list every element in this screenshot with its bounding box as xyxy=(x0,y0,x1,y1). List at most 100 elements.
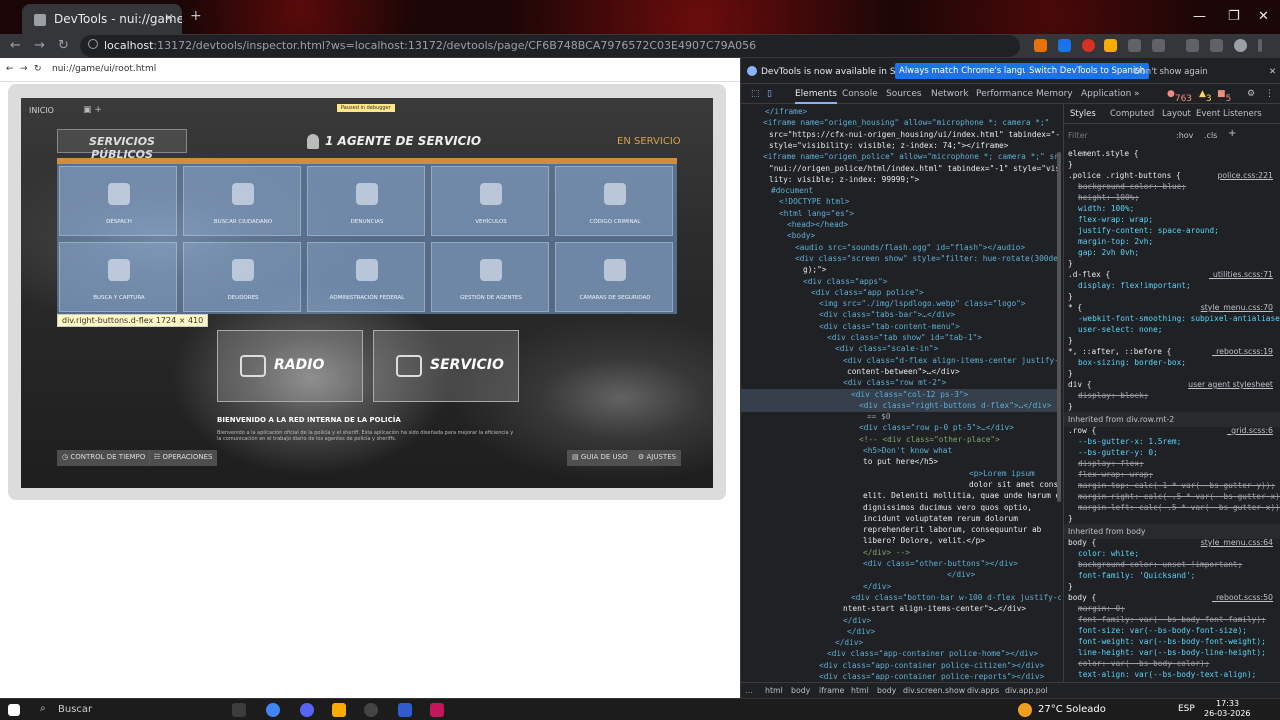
browser-tab[interactable]: DevTools - nui://game/ui/root.h ✕ xyxy=(22,4,182,34)
dom-node-line[interactable]: <img src="./img/lspdlogo.webp" class="lo… xyxy=(819,298,1026,309)
dom-node-line[interactable]: <div class="row p-0 pt-5">…</div> xyxy=(859,422,1014,433)
more-tabs-icon[interactable]: » xyxy=(1134,89,1140,99)
dom-node-line[interactable]: <!-- <div class="other-place"> xyxy=(859,434,1000,445)
tab-search-icon[interactable] xyxy=(1210,39,1223,52)
breadcrumb-item[interactable]: body xyxy=(791,686,810,695)
dom-node-line[interactable]: <div class="row mt-2"> xyxy=(843,377,946,388)
issues-count[interactable]: ■ 5 xyxy=(1217,89,1231,104)
tab-sources[interactable]: Sources xyxy=(886,89,922,99)
dom-node-line[interactable]: elit. Deleniti mollitia, quae unde harum… xyxy=(863,490,1061,501)
device-toggle-icon[interactable]: ▯ xyxy=(767,89,772,99)
tab-styles[interactable]: Styles xyxy=(1070,109,1096,120)
dom-node-line[interactable]: lity: visible; z-index: 99999;"> xyxy=(769,174,919,185)
elements-scrollbar[interactable] xyxy=(1057,152,1061,502)
dom-node-line[interactable]: reprehenderit laborum, consequuntur ab xyxy=(863,524,1041,535)
crumbs-more-icon[interactable]: … xyxy=(745,686,753,695)
app-tile-deudores[interactable]: DEUDORES xyxy=(183,242,301,312)
dom-node-line[interactable]: to put here</h5> xyxy=(863,456,938,467)
style-source-link[interactable]: _reboot.scss:19 xyxy=(1212,346,1273,357)
servicios-publicos-button[interactable]: SERVICIOS PÚBLICOS xyxy=(57,129,187,161)
new-tab-button[interactable]: + xyxy=(190,8,202,24)
error-count[interactable]: ● 763 xyxy=(1167,89,1192,104)
tab-memory[interactable]: Memory xyxy=(1036,89,1073,99)
servicio-button[interactable]: SERVICIO xyxy=(373,330,519,402)
breadcrumb-item[interactable]: div.app.pol xyxy=(1005,686,1048,695)
address-bar[interactable]: localhost:13172/devtools/inspector.html?… xyxy=(80,35,1020,57)
tab-layout[interactable]: Layout xyxy=(1162,109,1191,120)
dom-node-line[interactable]: <audio src="sounds/flash.ogg" id="flash"… xyxy=(795,242,1025,253)
dom-node-line[interactable]: <div class="tab show" id="tab-1"> xyxy=(827,332,982,343)
dom-node-line[interactable]: </div> --> xyxy=(863,547,910,558)
dom-node-line[interactable]: <div class="app police"> xyxy=(811,287,924,298)
extension-icon[interactable] xyxy=(1128,39,1141,52)
app-icon[interactable] xyxy=(398,703,412,717)
back-button[interactable]: ← xyxy=(10,38,21,53)
dom-node-line[interactable]: </div> xyxy=(847,626,875,637)
windows-start-icon[interactable] xyxy=(8,704,20,716)
tab-network[interactable]: Network xyxy=(931,89,969,99)
tab-console[interactable]: Console xyxy=(842,89,878,99)
style-source-link[interactable]: style_menu.css:70 xyxy=(1201,302,1273,313)
app-tile-buscar-ciudadano[interactable]: BUSCAR CIUDADANO xyxy=(183,166,301,236)
forward-button[interactable]: → xyxy=(34,38,45,53)
ajustes-button[interactable]: ⚙ AJUSTES xyxy=(633,450,682,466)
extension-icon[interactable] xyxy=(1082,39,1095,52)
avatar[interactable] xyxy=(1234,39,1247,52)
dom-node-line[interactable]: <div class="app-container police-home"><… xyxy=(827,648,1038,659)
home-icon[interactable]: ▣ + xyxy=(83,105,102,115)
app-tile-camaras[interactable]: CÁMARAS DE SEGURIDAD xyxy=(555,242,673,312)
dom-node-line[interactable]: libero? Dolore, velit.</p> xyxy=(863,535,985,546)
add-rule-icon[interactable]: + xyxy=(1228,128,1236,139)
extension-icon[interactable] xyxy=(1104,39,1117,52)
app-tile-codigo-criminal[interactable]: CÓDIGO CRIMINAL xyxy=(555,166,673,236)
breadcrumb-item[interactable]: div.screen.show xyxy=(903,686,965,695)
chrome-icon[interactable] xyxy=(266,703,280,717)
dom-node-line[interactable]: <div class="tab-content-menu"> xyxy=(819,321,960,332)
dom-node-line[interactable]: <html lang="es"> xyxy=(779,208,854,219)
weather-text[interactable]: 27°C Soleado xyxy=(1038,704,1106,715)
close-infobar-icon[interactable]: ✕ xyxy=(1269,67,1276,77)
app-tile-busca-captura[interactable]: BUSCA Y CAPTURA xyxy=(59,242,177,312)
page-back-icon[interactable]: ← xyxy=(6,64,14,74)
style-source-link[interactable]: police.css:221 xyxy=(1217,170,1273,181)
switch-spanish-button[interactable]: Switch DevTools to Spanish xyxy=(1025,63,1150,79)
app-tile-vehiculos[interactable]: VEHÍCULOS xyxy=(431,166,549,236)
dom-node-line[interactable]: incidunt voluptatem rerum dolorum xyxy=(863,513,1018,524)
settings-gear-icon[interactable]: ⚙ xyxy=(1247,89,1255,99)
site-info-icon[interactable] xyxy=(88,39,98,49)
dom-node-line[interactable]: </div> xyxy=(863,581,891,592)
breadcrumb-item[interactable]: html xyxy=(765,686,783,695)
page-reload-icon[interactable]: ↻ xyxy=(34,64,42,74)
dom-node-line[interactable]: <div class="d-flex align-items-center ju… xyxy=(843,355,1059,366)
breadcrumb-item[interactable]: iframe xyxy=(819,686,844,695)
app-tile-denuncias[interactable]: DENUNCIAS xyxy=(307,166,425,236)
app-tile-gestion-agentes[interactable]: GESTIÓN DE AGENTES xyxy=(431,242,549,312)
style-source-link[interactable]: _reboot.scss:50 xyxy=(1212,592,1273,603)
dom-node-line[interactable]: <div class="right-buttons d-flex">…</div… xyxy=(859,400,1051,411)
discord-icon[interactable] xyxy=(300,703,314,717)
dom-node-line[interactable]: "nui://origen_police/html/index.html" ta… xyxy=(769,163,1061,174)
dom-node-line[interactable]: <iframe name="origen_housing" allow="mic… xyxy=(763,117,1049,128)
minimize-button[interactable]: — xyxy=(1193,9,1206,24)
dom-node-line[interactable]: <div class="scale-in"> xyxy=(835,343,938,354)
file-explorer-icon[interactable] xyxy=(332,703,346,717)
taskbar-search[interactable]: ⌕ Buscar xyxy=(34,701,220,719)
dom-node-line[interactable]: </div> xyxy=(843,615,871,626)
dom-node-line[interactable]: <div class="screen show" style="filter: … xyxy=(795,253,1058,264)
dom-node-line[interactable]: <body> xyxy=(787,230,815,241)
language-indicator[interactable]: ESP xyxy=(1178,704,1195,714)
dom-node-line[interactable]: </div> xyxy=(835,637,863,648)
restore-button[interactable]: ❐ xyxy=(1228,9,1240,24)
dom-node-line[interactable]: == $0 xyxy=(867,411,890,422)
dom-node-line[interactable]: style="visibility: visible; z-index: 74;… xyxy=(769,140,1008,151)
task-view-icon[interactable] xyxy=(232,703,246,717)
dom-node-line[interactable]: <div class="col-12 ps-3"> xyxy=(851,389,968,400)
hov-toggle[interactable]: :hov xyxy=(1176,130,1193,141)
dom-node-line[interactable]: </div> xyxy=(947,569,975,580)
close-tab-icon[interactable]: ✕ xyxy=(164,11,174,25)
download-icon[interactable] xyxy=(1186,39,1199,52)
dom-node-line[interactable]: #document xyxy=(771,185,813,196)
app-tile-administracion-federal[interactable]: ADMINISTRACIÓN FEDERAL xyxy=(307,242,425,312)
dom-node-line[interactable]: <p>Lorem ipsum xyxy=(969,468,1035,479)
breadcrumb-item[interactable]: div.apps xyxy=(967,686,999,695)
